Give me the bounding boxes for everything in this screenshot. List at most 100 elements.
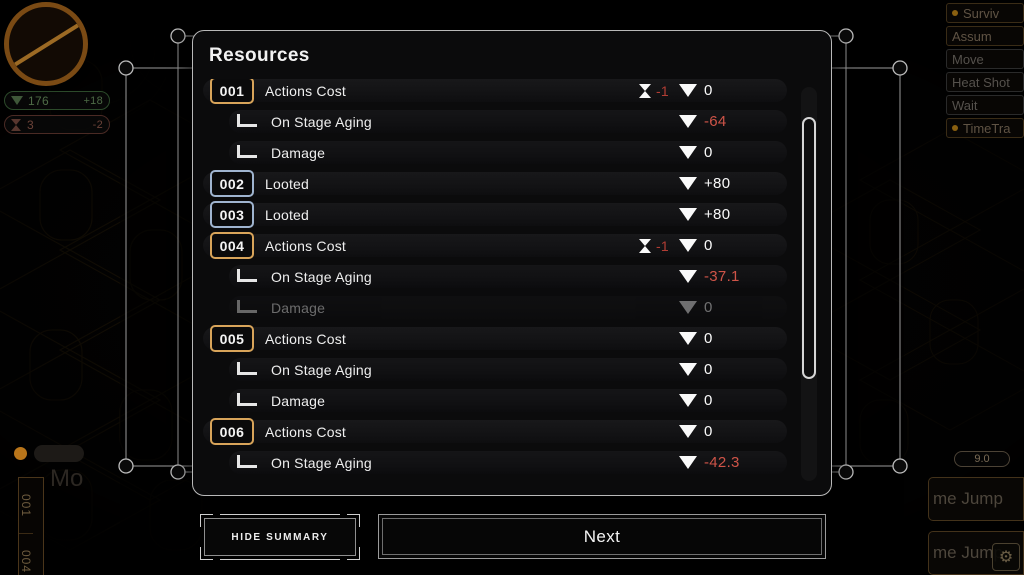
table-row[interactable]: Damage 0 bbox=[229, 389, 787, 412]
resource-value-cell: 0 bbox=[679, 423, 765, 440]
table-row[interactable]: 002 Looted +80 bbox=[203, 170, 787, 197]
triangle-down-icon bbox=[679, 146, 697, 159]
resource-value-cell: 0 bbox=[679, 392, 765, 409]
triangle-down-icon bbox=[679, 394, 697, 407]
tree-elbow-icon bbox=[237, 393, 257, 406]
speed-indicator[interactable]: 9.0 bbox=[954, 451, 1010, 467]
action-stat-delta: -2 bbox=[92, 118, 103, 131]
resource-value-cell: 0 bbox=[679, 361, 765, 378]
action-chip-label: Move bbox=[952, 51, 984, 67]
action-list-panel: Surviv 00 Assum Move Heat Shot Wait Time… bbox=[938, 0, 1024, 138]
row-label: Damage bbox=[271, 299, 326, 316]
table-row[interactable]: 004 Actions Cost -1 0 bbox=[203, 232, 787, 259]
status-dot-icon bbox=[952, 125, 958, 131]
row-label: Damage bbox=[271, 144, 326, 161]
resources-list[interactable]: 001 Actions Cost -1 0 On Stage Aging -64 Damag… bbox=[203, 79, 787, 495]
resource-value: 0 bbox=[704, 392, 713, 409]
timeline-node[interactable]: 001 bbox=[19, 478, 33, 534]
hourglass-icon bbox=[638, 238, 652, 253]
turn-timeline: Mo 001 004 bbox=[6, 425, 156, 575]
tree-elbow-icon bbox=[237, 269, 257, 282]
action-chip-wait[interactable]: Wait bbox=[946, 95, 1024, 115]
action-chip-label: Surviv bbox=[963, 5, 1000, 21]
row-label: On Stage Aging bbox=[271, 361, 372, 378]
row-label: On Stage Aging bbox=[271, 268, 372, 285]
resource-value-cell: -37.1 bbox=[679, 268, 765, 285]
triangle-down-icon bbox=[679, 177, 697, 190]
triangle-down-icon bbox=[679, 425, 697, 438]
resource-value: 0 bbox=[704, 82, 713, 99]
row-label: Actions Cost bbox=[265, 82, 346, 99]
triangle-down-icon bbox=[679, 208, 697, 221]
panel-scrollbar[interactable] bbox=[801, 87, 817, 481]
table-row[interactable]: On Stage Aging -37.1 bbox=[229, 265, 787, 288]
resource-value: -37.1 bbox=[704, 268, 740, 285]
time-controls-panel: 9.0 me Jump me Jump ⚙ bbox=[928, 451, 1024, 575]
action-chip-heat-shot[interactable]: Heat Shot bbox=[946, 72, 1024, 92]
resource-value-cell: 0 bbox=[679, 82, 765, 99]
page-title: Resources bbox=[209, 45, 310, 66]
table-row[interactable]: 001 Actions Cost -1 0 bbox=[203, 79, 787, 104]
status-dot-icon bbox=[952, 10, 958, 16]
resource-stat: 176 +18 bbox=[4, 91, 110, 110]
triangle-down-icon bbox=[679, 239, 697, 252]
table-row[interactable]: Damage 0 bbox=[229, 296, 787, 319]
resource-stat-value: 176 bbox=[28, 93, 49, 108]
row-label: Actions Cost bbox=[265, 330, 346, 347]
avatar-slash-icon bbox=[9, 19, 83, 70]
resource-value: 0 bbox=[704, 423, 713, 440]
tree-elbow-icon bbox=[237, 145, 257, 158]
action-chip-survive[interactable]: Surviv bbox=[946, 3, 1024, 23]
resources-summary-panel: Resources 001 Actions Cost -1 0 On Stage Agi… bbox=[192, 30, 832, 496]
table-row[interactable]: On Stage Aging 0 bbox=[229, 358, 787, 381]
resource-value: 0 bbox=[704, 144, 713, 161]
speed-value: 9.0 bbox=[974, 453, 990, 465]
scrollbar-thumb[interactable] bbox=[802, 117, 816, 379]
tree-elbow-icon bbox=[237, 455, 257, 468]
resource-value: +80 bbox=[704, 175, 731, 192]
next-label: Next bbox=[583, 526, 621, 546]
action-chip-label: Wait bbox=[952, 97, 978, 113]
resource-value-cell: 0 bbox=[679, 144, 765, 161]
triangle-down-icon bbox=[679, 301, 697, 314]
action-chip-time-travel[interactable]: TimeTra bbox=[946, 118, 1024, 138]
resource-value: -42.3 bbox=[704, 454, 740, 471]
resource-value-cell: +80 bbox=[679, 175, 765, 192]
timeline-node[interactable]: 004 bbox=[19, 534, 33, 575]
resource-value: 0 bbox=[704, 361, 713, 378]
resource-value-cell: 0 bbox=[679, 237, 765, 254]
row-index-badge: 005 bbox=[210, 325, 254, 352]
action-cost-value: -1 bbox=[655, 237, 669, 254]
resource-value: 0 bbox=[704, 330, 713, 347]
resource-value-cell: +80 bbox=[679, 206, 765, 223]
action-chip-move[interactable]: Move bbox=[946, 49, 1024, 69]
triangle-down-icon bbox=[679, 115, 697, 128]
hide-summary-label: HIDE SUMMARY bbox=[231, 531, 329, 543]
timeline-node-column: 001 004 bbox=[18, 477, 44, 575]
table-row[interactable]: Damage 0 bbox=[229, 141, 787, 164]
avatar[interactable] bbox=[4, 2, 88, 86]
action-cost-cell: -1 bbox=[638, 82, 669, 99]
triangle-down-icon bbox=[679, 270, 697, 283]
hide-summary-button[interactable]: HIDE SUMMARY bbox=[200, 514, 360, 560]
resource-value-cell: 0 bbox=[679, 330, 765, 347]
panel-footer: HIDE SUMMARY Next bbox=[192, 512, 832, 562]
action-cost-value: -1 bbox=[655, 82, 669, 99]
resource-value: +80 bbox=[704, 206, 731, 223]
table-row[interactable]: On Stage Aging -64 bbox=[229, 110, 787, 133]
bracket-edge bbox=[220, 514, 340, 515]
row-label: Looted bbox=[265, 206, 310, 223]
gear-icon[interactable]: ⚙ bbox=[992, 543, 1020, 571]
table-row[interactable]: 006 Actions Cost 0 bbox=[203, 418, 787, 445]
table-row[interactable]: 005 Actions Cost 0 bbox=[203, 325, 787, 352]
triangle-down-icon bbox=[679, 363, 697, 376]
next-button[interactable]: Next bbox=[378, 514, 826, 559]
table-row[interactable]: On Stage Aging -42.3 bbox=[229, 451, 787, 474]
resource-stat-delta: +18 bbox=[83, 94, 103, 107]
row-label: Damage bbox=[271, 392, 326, 409]
bracket-edge bbox=[220, 559, 340, 560]
table-row[interactable]: 003 Looted +80 bbox=[203, 201, 787, 228]
tree-elbow-icon bbox=[237, 362, 257, 375]
time-jump-button-1[interactable]: me Jump bbox=[928, 477, 1024, 521]
action-chip-assume[interactable]: 00 Assum bbox=[946, 26, 1024, 46]
